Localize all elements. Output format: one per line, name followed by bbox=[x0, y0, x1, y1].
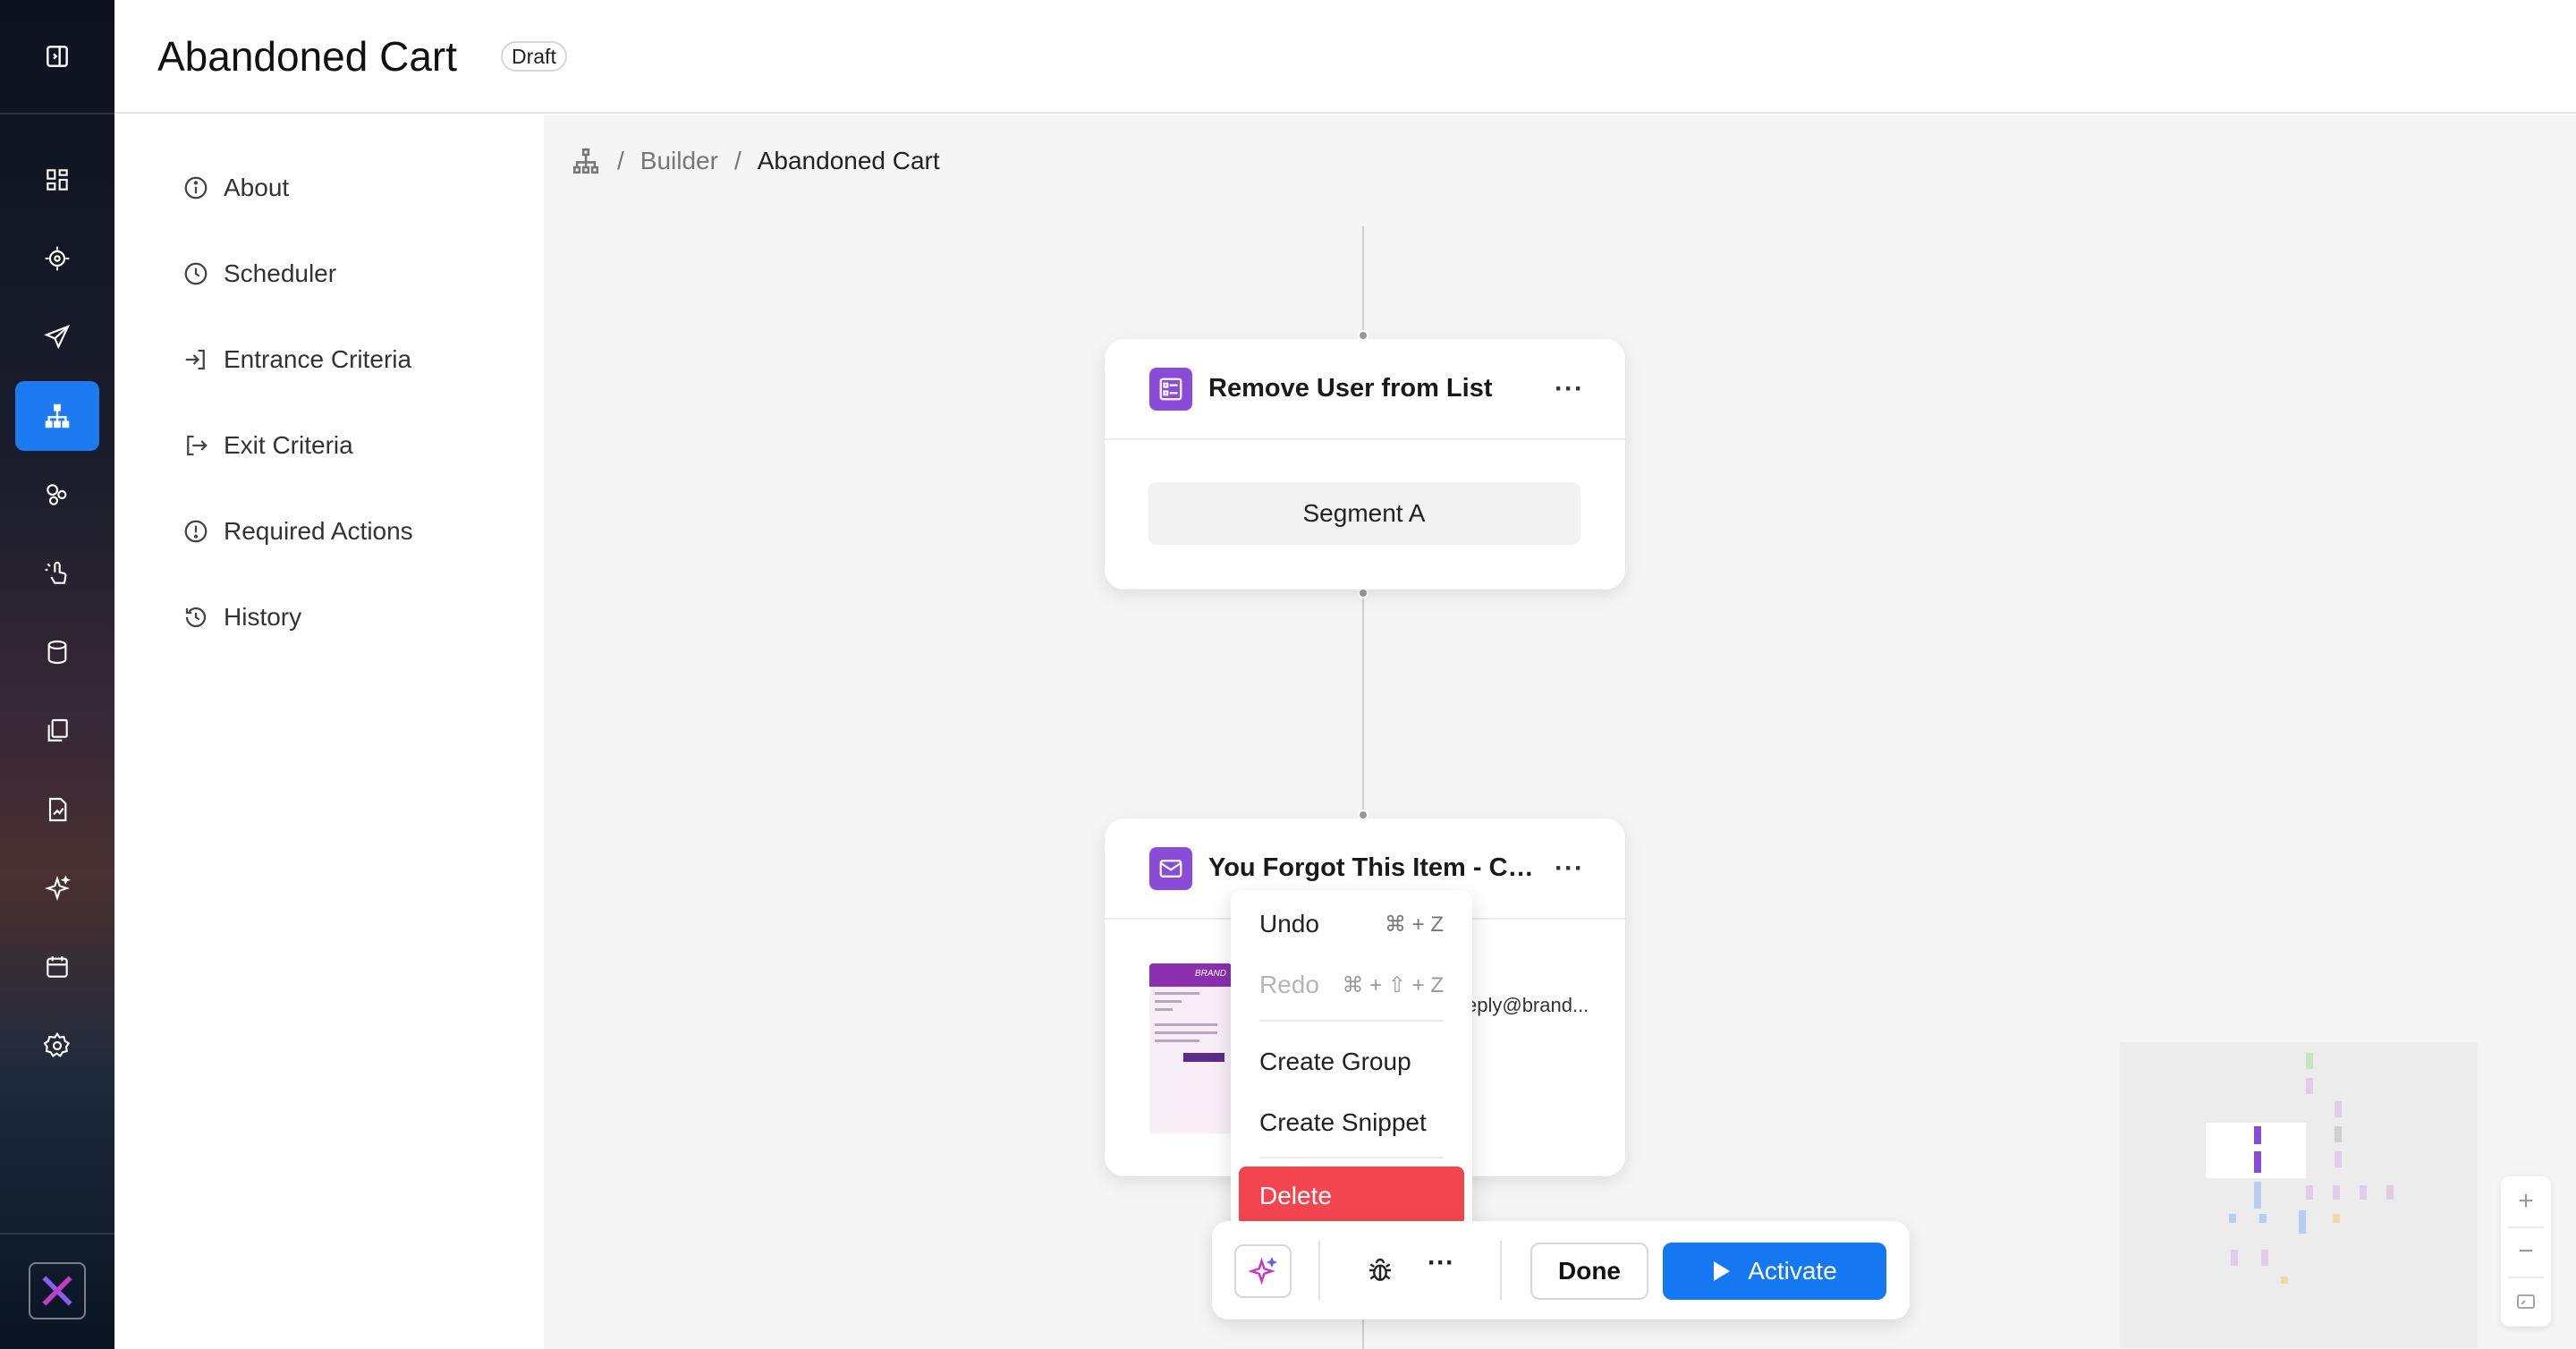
toolbar-divider bbox=[1500, 1241, 1502, 1300]
exit-icon bbox=[187, 435, 208, 456]
panel-item-label: Scheduler bbox=[224, 259, 337, 287]
panel-item-label: About bbox=[224, 174, 290, 201]
history-icon bbox=[185, 607, 207, 628]
left-nav-rail bbox=[0, 0, 114, 1349]
menu-item-create-group[interactable]: Create Group bbox=[1231, 1035, 1472, 1089]
calendar-icon[interactable] bbox=[15, 932, 99, 1002]
segment-chip[interactable]: Segment A bbox=[1148, 482, 1580, 545]
dashboard-icon[interactable] bbox=[15, 145, 99, 215]
panel-item-required-actions[interactable]: Required Actions bbox=[182, 509, 413, 554]
breadcrumb-current: Abandoned Cart bbox=[757, 147, 940, 174]
menu-item-create-snippet[interactable]: Create Snippet bbox=[1231, 1096, 1472, 1150]
menu-divider bbox=[1259, 1020, 1444, 1022]
zoom-controls: + − bbox=[2501, 1176, 2551, 1327]
activate-label: Activate bbox=[1748, 1257, 1837, 1285]
node-title: You Forgot This Item - Con... bbox=[1208, 853, 1538, 882]
builder-canvas[interactable]: / Builder / Abandoned Cart Remove User f… bbox=[544, 115, 2576, 1349]
target-icon[interactable] bbox=[15, 224, 99, 293]
panel-item-label: Entrance Criteria bbox=[224, 345, 412, 373]
fit-view-icon[interactable] bbox=[2501, 1277, 2551, 1327]
settings-icon[interactable] bbox=[15, 1011, 99, 1081]
breadcrumb-item-builder[interactable]: Builder bbox=[640, 147, 718, 175]
breadcrumb-separator: / bbox=[733, 147, 741, 174]
node-title: Remove User from List bbox=[1208, 374, 1493, 403]
menu-item-delete[interactable]: Delete bbox=[1239, 1167, 1464, 1226]
breadcrumb: / Builder / Abandoned Cart bbox=[571, 146, 940, 176]
menu-item-label: Redo bbox=[1259, 971, 1319, 998]
menu-item-label: Create Snippet bbox=[1259, 1108, 1427, 1136]
minimap[interactable] bbox=[2120, 1042, 2478, 1348]
thumbnail-brand-bar: BRAND bbox=[1149, 963, 1232, 987]
page-title: Abandoned Cart bbox=[157, 33, 458, 80]
ai-sparkle-icon[interactable] bbox=[1234, 1244, 1292, 1298]
activate-button[interactable]: Activate bbox=[1663, 1243, 1886, 1300]
list-icon bbox=[1149, 367, 1192, 411]
node-more-button[interactable]: ··· bbox=[1555, 374, 1584, 404]
panel-item-label: History bbox=[224, 603, 302, 631]
toolbar-divider bbox=[1318, 1241, 1320, 1300]
email-from-address: eply@brand... bbox=[1466, 994, 1589, 1016]
menu-item-shortcut: ⌘ + ⇧ + Z bbox=[1342, 972, 1444, 997]
templates-icon[interactable] bbox=[15, 696, 99, 766]
panel-item-about[interactable]: About bbox=[182, 165, 289, 210]
sidebar-toggle-icon[interactable] bbox=[15, 21, 99, 91]
canvas-toolbar: ··· Done Activate bbox=[1212, 1221, 1910, 1319]
journey-icon[interactable] bbox=[15, 381, 99, 451]
panel-item-exit-criteria[interactable]: Exit Criteria bbox=[182, 423, 353, 468]
enter-icon bbox=[185, 349, 205, 370]
panel-item-entrance-criteria[interactable]: Entrance Criteria bbox=[182, 337, 411, 382]
menu-item-label: Undo bbox=[1259, 910, 1319, 938]
alert-icon bbox=[184, 520, 208, 543]
hierarchy-icon[interactable] bbox=[571, 146, 601, 176]
menu-item-label: Create Group bbox=[1259, 1048, 1411, 1075]
node-header: Remove User from List ··· bbox=[1105, 339, 1625, 440]
node-remove-user-from-list[interactable]: Remove User from List ··· Segment A bbox=[1105, 339, 1625, 590]
menu-item-shortcut: ⌘ + Z bbox=[1384, 912, 1444, 937]
debug-bug-icon[interactable] bbox=[1360, 1251, 1400, 1290]
info-icon bbox=[184, 176, 208, 199]
menu-item-redo[interactable]: Redo ⌘ + ⇧ + Z bbox=[1231, 958, 1472, 1012]
thumbnail-brand-text: BRAND bbox=[1194, 969, 1226, 979]
status-badge: Draft bbox=[501, 41, 567, 72]
panel-item-label: Exit Criteria bbox=[224, 431, 353, 459]
send-icon[interactable] bbox=[15, 302, 99, 372]
panel-item-label: Required Actions bbox=[224, 517, 413, 545]
email-thumbnail[interactable]: BRAND bbox=[1149, 963, 1232, 1133]
tap-icon[interactable] bbox=[15, 539, 99, 608]
more-options-button[interactable]: ··· bbox=[1421, 1248, 1461, 1287]
menu-divider bbox=[1259, 1157, 1444, 1158]
journey-settings-panel: About Scheduler Entrance Criteria Exit C… bbox=[114, 115, 544, 1349]
zoom-out-button[interactable]: − bbox=[2501, 1226, 2551, 1277]
done-button[interactable]: Done bbox=[1530, 1243, 1648, 1300]
page-header: Abandoned Cart Draft bbox=[114, 0, 2576, 114]
zoom-in-button[interactable]: + bbox=[2501, 1176, 2551, 1226]
panel-item-history[interactable]: History bbox=[182, 595, 301, 640]
reports-icon[interactable] bbox=[15, 775, 99, 844]
menu-item-undo[interactable]: Undo ⌘ + Z bbox=[1231, 897, 1472, 951]
segments-icon[interactable] bbox=[15, 460, 99, 530]
clock-icon bbox=[184, 262, 208, 285]
node-more-button[interactable]: ··· bbox=[1555, 853, 1584, 884]
play-icon bbox=[1714, 1261, 1731, 1281]
panel-item-scheduler[interactable]: Scheduler bbox=[182, 251, 336, 296]
ai-sparkle-icon[interactable] bbox=[15, 853, 99, 923]
database-icon[interactable] bbox=[15, 617, 99, 687]
brand-logo[interactable] bbox=[29, 1262, 86, 1319]
context-menu: Undo ⌘ + Z Redo ⌘ + ⇧ + Z Create Group C… bbox=[1231, 890, 1472, 1234]
menu-item-label: Delete bbox=[1259, 1182, 1332, 1209]
breadcrumb-separator: / bbox=[617, 147, 624, 174]
mail-icon bbox=[1149, 846, 1192, 890]
